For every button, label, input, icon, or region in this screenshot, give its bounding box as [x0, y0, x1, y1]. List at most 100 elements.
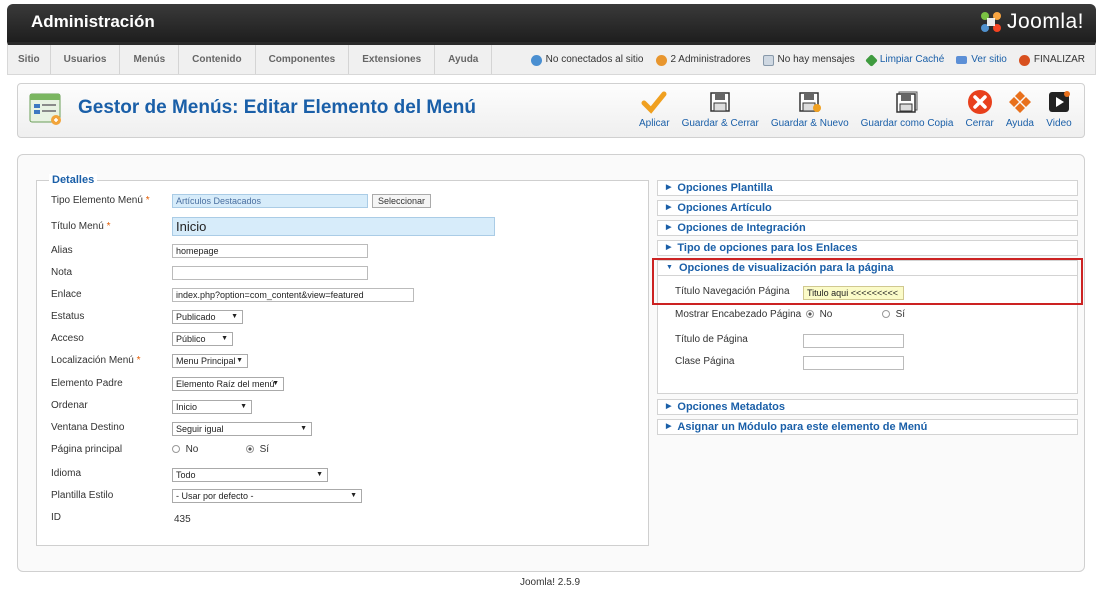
logout-icon [1018, 54, 1030, 66]
menu-location-select[interactable]: Menu Principal ▼ [172, 354, 248, 368]
menu-title-input[interactable]: Inicio [172, 217, 495, 236]
target-label: Ventana Destino [51, 422, 125, 433]
ordering-select[interactable]: Inicio ▼ [172, 400, 252, 414]
chevron-down-icon: ▼ [236, 357, 243, 364]
toolbar-box: Gestor de Menús: Editar Elemento del Men… [17, 83, 1085, 138]
menu-manager-icon [29, 93, 61, 125]
radio-icon[interactable] [172, 445, 180, 454]
menu-componentes[interactable]: Componentes [256, 45, 350, 74]
help-icon [1008, 91, 1031, 113]
id-label: ID [51, 512, 61, 523]
save-copy-icon [896, 91, 918, 113]
alias-input[interactable]: homepage [172, 244, 368, 258]
joomla-logo-icon [980, 12, 1001, 32]
chevron-down-icon: ▼ [350, 492, 357, 499]
menu-usuarios[interactable]: Usuarios [51, 45, 121, 74]
chevron-down-icon: ▼ [272, 380, 279, 387]
top-menubar: Sitio Usuarios Menús Contenido Component… [7, 42, 1096, 75]
type-label: Tipo Elemento Menú * [51, 195, 150, 206]
highlight-box [652, 258, 1083, 305]
show-heading-radio-no[interactable]: No [806, 309, 832, 320]
show-heading-label: Mostrar Encabezado Página [675, 309, 802, 320]
toolbar-buttons: Aplicar Guardar & Cerrar Guardar & Nuevo… [633, 89, 1078, 129]
target-window-select[interactable]: Seguir igual ▼ [172, 422, 312, 436]
order-label: Ordenar [51, 400, 88, 411]
radio-icon[interactable] [882, 310, 890, 319]
close-button[interactable]: Cerrar [959, 89, 999, 129]
close-icon [967, 90, 992, 114]
id-value: 435 [174, 514, 191, 525]
menu-extensiones[interactable]: Extensiones [349, 45, 436, 74]
note-input[interactable] [172, 266, 368, 280]
logout-link[interactable]: FINALIZAR [1018, 45, 1085, 75]
parent-item-select[interactable]: Elemento Raíz del menú ▼ [172, 377, 284, 391]
view-site-link[interactable]: Ver sitio [956, 45, 1007, 75]
footer-version: Joomla! 2.5.9 [519, 577, 581, 588]
menu-menus[interactable]: Menús [120, 45, 180, 74]
header-title: Administración [31, 12, 155, 31]
chevron-down-icon: ▼ [221, 335, 228, 342]
radio-icon[interactable] [246, 445, 254, 454]
show-heading-radio-yes[interactable]: Sí [882, 309, 905, 320]
save-copy-button[interactable]: Guardar como Copia [855, 89, 960, 129]
template-style-select[interactable]: - Usar por defecto - ▼ [172, 489, 362, 503]
edit-form: Detalles Tipo Elemento Menú * Artículos … [17, 154, 1085, 572]
page-class-label: Clase Página [675, 356, 735, 367]
details-legend: Detalles [49, 174, 98, 186]
panel-module-assignment[interactable]: ▶ Asignar un Módulo para este elemento de… [657, 419, 1078, 435]
menu-item-type-field: Artículos Destacados [172, 194, 368, 208]
page-title-input[interactable] [803, 334, 904, 348]
broom-icon [864, 53, 878, 67]
video-icon [1049, 91, 1070, 112]
home-radio-yes[interactable]: Sí [246, 444, 269, 455]
panel-integration-options[interactable]: ▶ Opciones de Integración [657, 220, 1078, 236]
page-class-input[interactable] [803, 356, 904, 370]
status-bar: No conectados al sitio 2 Administradores… [530, 45, 1085, 75]
clear-cache-link[interactable]: Limpiar Caché [864, 45, 944, 75]
title-label: Título Menú * [51, 221, 111, 232]
home-radio-no[interactable]: No [172, 444, 198, 455]
select-type-button[interactable]: Seleccionar [372, 194, 432, 208]
panel-link-type-options[interactable]: ▶ Tipo de opciones para los Enlaces [657, 240, 1078, 256]
access-label: Acceso [51, 333, 84, 344]
language-select[interactable]: Todo ▼ [172, 468, 328, 482]
save-new-button[interactable]: Guardar & Nuevo [765, 89, 855, 129]
link-input[interactable]: index.php?option=com_content&view=featur… [172, 288, 414, 302]
details-fieldset: Detalles Tipo Elemento Menú * Artículos … [36, 174, 649, 546]
envelope-icon [762, 54, 774, 66]
save-new-icon [798, 92, 821, 112]
chevron-right-icon: ▶ [666, 224, 672, 232]
chevron-down-icon: ▼ [240, 403, 247, 410]
panel-template-options[interactable]: ▶ Opciones Plantilla [657, 180, 1078, 196]
panel-metadata-options[interactable]: ▶ Opciones Metadatos [657, 399, 1078, 415]
panel-article-options[interactable]: ▶ Opciones Artículo [657, 200, 1078, 216]
page-title-label: Título de Página [675, 334, 748, 345]
help-button[interactable]: Ayuda [1000, 89, 1040, 129]
chevron-right-icon: ▶ [666, 244, 672, 252]
language-label: Idioma [51, 468, 82, 479]
video-button[interactable]: Video [1040, 89, 1078, 129]
template-label: Plantilla Estilo [51, 490, 114, 501]
users-icon [530, 54, 542, 66]
checkmark-icon [641, 91, 667, 114]
joomla-logo: Joomla! [978, 9, 1084, 35]
joomla-wordmark: Joomla! [1006, 10, 1084, 33]
admin-header: Administración Joomla! [7, 4, 1096, 42]
chevron-down-icon: ▼ [231, 313, 238, 320]
page-title: Gestor de Menús: Editar Elemento del Men… [78, 97, 477, 118]
status-select[interactable]: Publicado ▼ [172, 310, 243, 324]
chevron-down-icon: ▼ [300, 425, 307, 432]
menu-contenido[interactable]: Contenido [179, 45, 256, 74]
save-close-button[interactable]: Guardar & Cerrar [676, 89, 765, 129]
radio-icon[interactable] [806, 310, 814, 319]
menu-sitio[interactable]: Sitio [8, 45, 51, 74]
menu-ayuda[interactable]: Ayuda [435, 45, 493, 74]
parent-label: Elemento Padre [51, 378, 123, 389]
access-select[interactable]: Público ▼ [172, 332, 233, 346]
location-label: Localización Menú * [51, 355, 141, 366]
apply-button[interactable]: Aplicar [633, 89, 676, 129]
link-label: Enlace [51, 289, 82, 300]
chevron-down-icon: ▼ [316, 471, 323, 478]
home-label: Página principal [51, 444, 123, 455]
chevron-right-icon: ▶ [666, 204, 672, 212]
